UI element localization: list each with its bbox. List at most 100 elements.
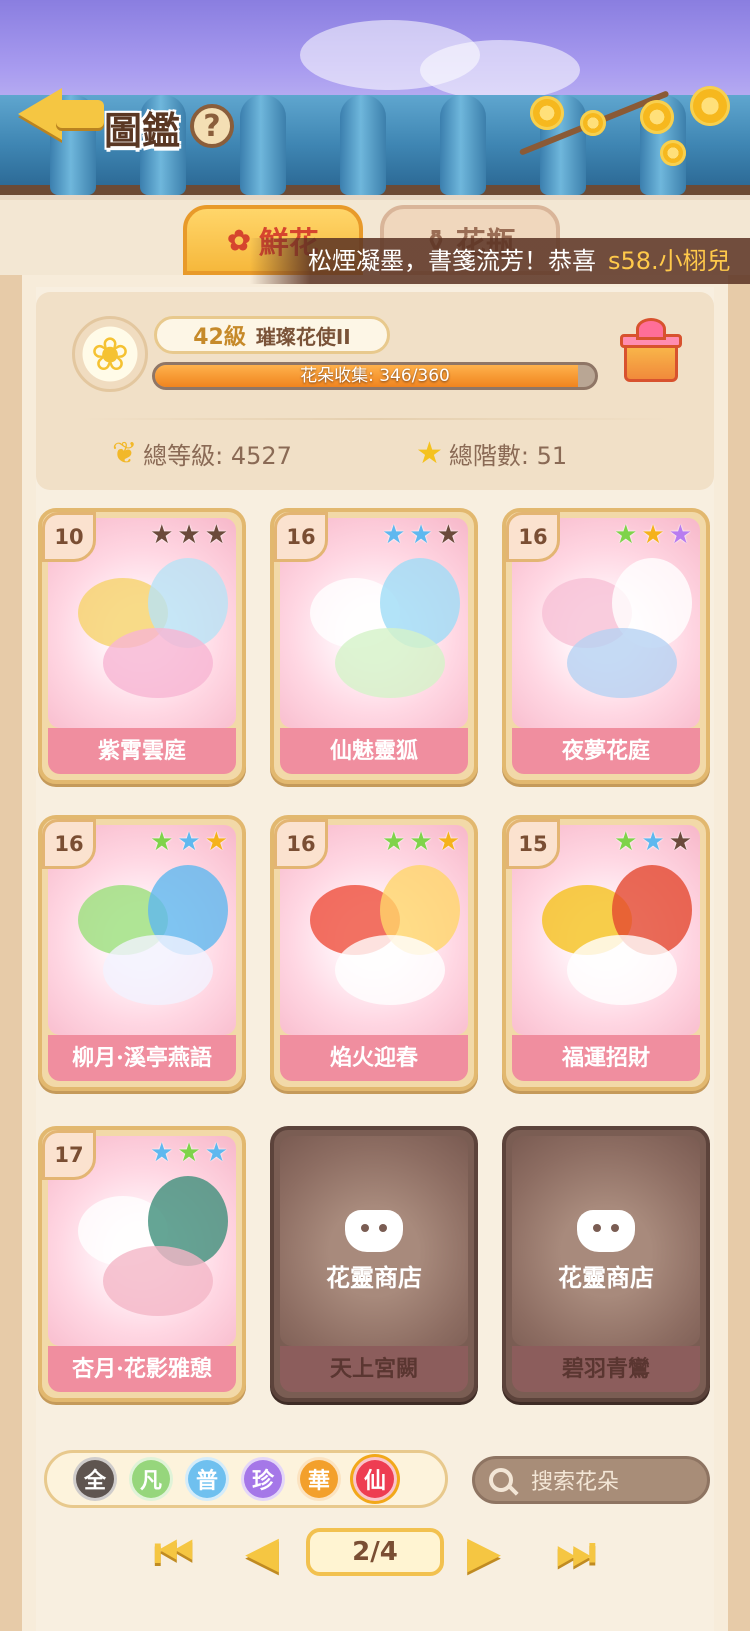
blossom-icon: [660, 140, 686, 166]
flower-card[interactable]: 16 ★ ★ ★ 焰火迎春: [270, 815, 478, 1091]
art-shape: [103, 628, 213, 698]
card-level-badge: 16: [42, 819, 96, 869]
card-stars: ★ ★ ★: [150, 1140, 228, 1166]
card-level-badge: 16: [274, 512, 328, 562]
art-shape: [335, 935, 445, 1005]
rank-badge: 42級 璀璨花使II: [154, 316, 390, 354]
star-icon: ★: [150, 827, 174, 857]
page-indicator: 2/4: [306, 1528, 444, 1576]
back-button[interactable]: [18, 78, 104, 148]
art-shape: [103, 935, 213, 1005]
card-level-badge: 10: [42, 512, 96, 562]
star-icon: ★: [614, 827, 638, 857]
star-icon: ★: [204, 520, 228, 550]
announcement-ticker: 松煙凝墨，書箋流芳！恭喜 s58.小栩兒: [250, 238, 750, 284]
ticker-player: s58.小栩兒: [608, 247, 731, 275]
blossom-icon: [530, 96, 564, 130]
card-name: 天上宮闕: [280, 1346, 468, 1392]
help-button[interactable]: ?: [190, 104, 234, 148]
card-level-badge: 16: [274, 819, 328, 869]
search-input[interactable]: 搜索花朵: [472, 1456, 710, 1504]
search-placeholder: 搜索花朵: [531, 1470, 620, 1495]
gift-box-button[interactable]: [618, 318, 684, 384]
card-name: 夜夢花庭: [512, 728, 700, 774]
flower-card[interactable]: 花靈商店 天上宮闕: [270, 1126, 478, 1402]
page-title: 圖鑑: [104, 108, 181, 153]
shop-label: 花靈商店: [558, 1263, 654, 1292]
shop-overlay: 花靈商店: [506, 1210, 706, 1293]
star-icon: ★: [382, 520, 406, 550]
total-level-text: 總等級: 4527: [143, 442, 292, 470]
card-name: 柳月·溪亭燕語: [48, 1035, 236, 1081]
rose-icon: ✿: [227, 223, 251, 257]
art-shape: [103, 1246, 213, 1316]
flower-card[interactable]: 15 ★ ★ ★ 福運招財: [502, 815, 710, 1091]
last-page-button[interactable]: ⏭: [548, 1526, 604, 1578]
card-level-badge: 17: [42, 1130, 96, 1180]
card-name: 碧羽青鸞: [512, 1346, 700, 1392]
search-icon: [489, 1468, 513, 1492]
rank-level: 42級: [193, 325, 246, 350]
total-level-stat: ❦ 總等級: 4527: [112, 436, 292, 471]
rarity-filter-chip[interactable]: 普: [185, 1457, 229, 1501]
blossom-icon: [580, 110, 606, 136]
collection-progress-text: 花朵收集: 346/360: [300, 366, 450, 386]
flower-card[interactable]: 16 ★ ★ ★ 仙魅靈狐: [270, 508, 478, 784]
art-shape: [335, 628, 445, 698]
rarity-filter-chip[interactable]: 珍: [241, 1457, 285, 1501]
rarity-filter-chip[interactable]: 仙: [353, 1457, 397, 1501]
flower-emblem-icon: ❀: [72, 316, 148, 392]
rank-title: 璀璨花使II: [255, 324, 351, 349]
rarity-filter-bar: 全凡普珍華仙: [44, 1450, 448, 1508]
star-icon: ★: [409, 520, 433, 550]
shop-icon: [345, 1210, 403, 1252]
flower-card[interactable]: 17 ★ ★ ★ 杏月·花影雅憩: [38, 1126, 246, 1402]
blossom-icon: [690, 86, 730, 126]
shop-label: 花靈商店: [326, 1263, 422, 1292]
next-page-button[interactable]: ▶: [456, 1526, 512, 1578]
flower-card[interactable]: 10 ★ ★ ★ 紫霄雲庭: [38, 508, 246, 784]
card-stars: ★ ★ ★: [150, 522, 228, 548]
blossom-icon: [640, 100, 674, 134]
star-icon: ★: [177, 827, 201, 857]
card-level-badge: 16: [506, 512, 560, 562]
rarity-filter-chip[interactable]: 華: [297, 1457, 341, 1501]
star-icon: ★: [641, 520, 665, 550]
card-stars: ★ ★ ★: [382, 829, 460, 855]
card-stars: ★ ★ ★: [382, 522, 460, 548]
card-name: 仙魅靈狐: [280, 728, 468, 774]
card-level-badge: 15: [506, 819, 560, 869]
prev-page-button[interactable]: ◀: [234, 1526, 290, 1578]
art-shape: [567, 935, 677, 1005]
star-icon: ★: [150, 520, 174, 550]
total-stage-stat: ★ 總階數: 51: [416, 436, 567, 471]
card-name: 杏月·花影雅憩: [48, 1346, 236, 1392]
star-icon: ★: [150, 1138, 174, 1168]
card-stars: ★ ★ ★: [614, 522, 692, 548]
shop-overlay: 花靈商店: [274, 1210, 474, 1293]
star-icon: ★: [177, 1138, 201, 1168]
flower-card[interactable]: 花靈商店 碧羽青鸞: [502, 1126, 710, 1402]
flower-card[interactable]: 16 ★ ★ ★ 柳月·溪亭燕語: [38, 815, 246, 1091]
star-icon: ★: [641, 827, 665, 857]
star-icon: ★: [436, 827, 460, 857]
star-icon: ★: [668, 520, 692, 550]
star-icon: ★: [668, 827, 692, 857]
flower-card[interactable]: 16 ★ ★ ★ 夜夢花庭: [502, 508, 710, 784]
shop-icon: [577, 1210, 635, 1252]
card-stars: ★ ★ ★: [614, 829, 692, 855]
star-icon: ★: [436, 520, 460, 550]
star-icon: ★: [382, 827, 406, 857]
card-name: 焰火迎春: [280, 1035, 468, 1081]
star-icon: ★: [416, 436, 443, 471]
rarity-filter-chip[interactable]: 凡: [129, 1457, 173, 1501]
card-name: 福運招財: [512, 1035, 700, 1081]
star-icon: ★: [204, 827, 228, 857]
rarity-filter-chip[interactable]: 全: [73, 1457, 117, 1501]
card-name: 紫霄雲庭: [48, 728, 236, 774]
first-page-button[interactable]: ⏮: [146, 1526, 202, 1578]
card-stars: ★ ★ ★: [150, 829, 228, 855]
total-stage-text: 總階數: 51: [448, 442, 568, 470]
star-icon: ★: [614, 520, 638, 550]
art-shape: [567, 628, 677, 698]
